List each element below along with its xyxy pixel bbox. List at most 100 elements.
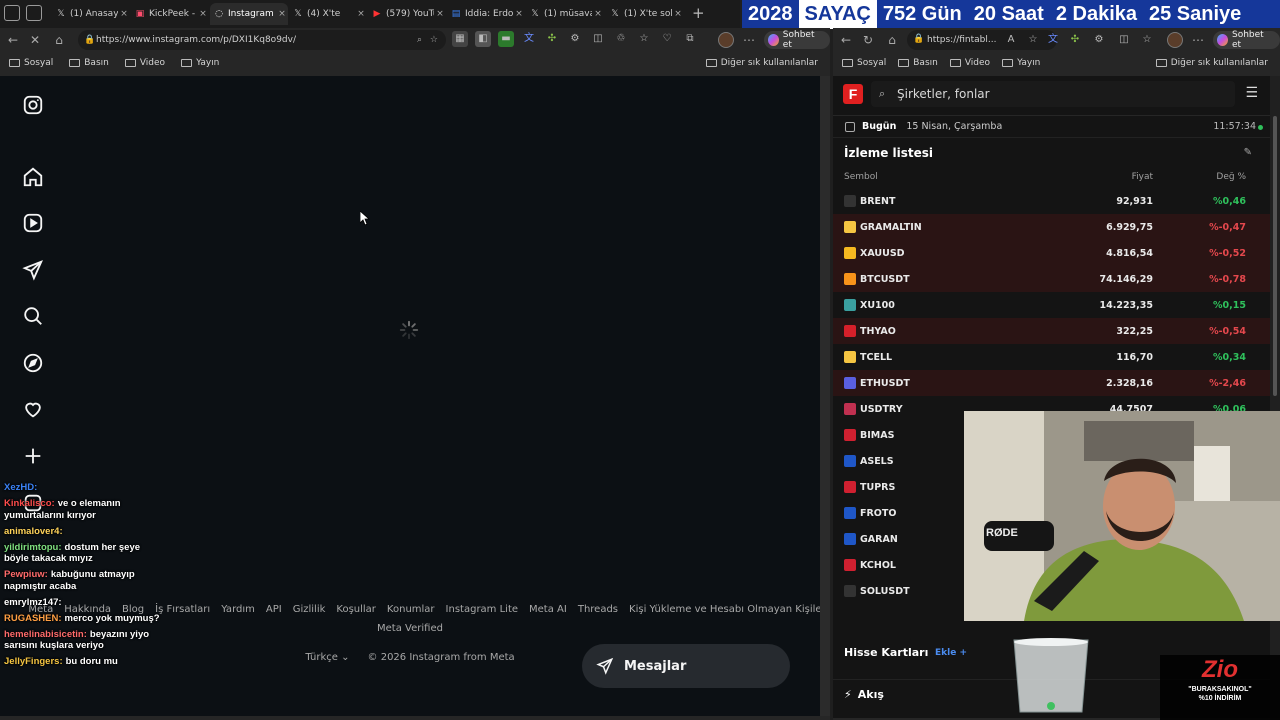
home-icon[interactable]: ⌂ xyxy=(883,31,901,49)
browser-tab[interactable]: 𝕏 (1) müsavat× xyxy=(526,3,604,25)
extension-icon[interactable]: ◧ xyxy=(475,31,491,47)
watchlist-row[interactable]: GRAMALTIN 6.929,75 %-0,47 xyxy=(833,214,1270,240)
footer-link[interactable]: Meta AI xyxy=(529,604,567,615)
browser-tab[interactable]: ▶ (579) YouTube× xyxy=(368,3,446,25)
url-field[interactable]: 🔒 https://www.instagram.com/p/DXI1Kq8o9d… xyxy=(78,30,446,50)
scrollbar-thumb[interactable] xyxy=(1273,116,1277,396)
bookmark-folder[interactable]: Video xyxy=(124,58,165,68)
browser-tab[interactable]: 𝕏 (4) X'te × xyxy=(289,3,367,25)
watchlist-row[interactable]: ETHUSDT 2.328,16 %-2,46 xyxy=(833,370,1270,396)
extension-icon[interactable]: ✣ xyxy=(1067,32,1083,48)
bookmark-folder[interactable]: Sosyal xyxy=(9,58,53,68)
close-tab-icon[interactable]: × xyxy=(672,9,684,19)
watchlist-row[interactable]: BRENT 92,931 %0,46 xyxy=(833,188,1270,214)
explore-compass-icon[interactable] xyxy=(22,352,44,374)
footer-link[interactable]: Konumlar xyxy=(387,604,435,615)
bookmark-folder[interactable]: Sosyal xyxy=(842,58,886,68)
notifications-heart-icon[interactable] xyxy=(22,398,44,420)
profile-avatar[interactable] xyxy=(718,32,734,48)
workspaces-icon[interactable] xyxy=(4,5,20,21)
browser-tab[interactable]: 𝕏 (1) Anasayfa× xyxy=(52,3,130,25)
reels-icon[interactable] xyxy=(22,212,44,234)
home-icon[interactable]: ⌂ xyxy=(50,31,68,49)
watchlist-row[interactable]: THYAO 322,25 %-0,54 xyxy=(833,318,1270,344)
browser-tab[interactable]: ▤ İddia: Erdoğ× xyxy=(447,3,525,25)
close-tab-icon[interactable]: × xyxy=(276,9,288,19)
split-screen-icon[interactable]: ◫ xyxy=(590,31,606,47)
split-screen-icon[interactable]: ◫ xyxy=(1116,32,1132,48)
tab-actions-icon[interactable] xyxy=(26,5,42,21)
page-scrollbar[interactable] xyxy=(820,76,830,716)
favorites-icon[interactable]: ☆ xyxy=(1139,32,1155,48)
reload-icon[interactable]: ↻ xyxy=(859,31,877,49)
collections-icon[interactable]: ♡ xyxy=(659,31,675,47)
extension-icon[interactable]: ✣ xyxy=(544,31,560,47)
column-change[interactable]: Değ % xyxy=(1216,172,1246,182)
hamburger-menu-icon[interactable]: ☰ xyxy=(1245,85,1258,101)
fintables-logo[interactable]: F xyxy=(843,84,863,104)
copilot-chat-button[interactable]: Sohbet et xyxy=(764,30,830,50)
favorite-star-icon[interactable]: ☆ xyxy=(1025,32,1041,48)
read-aloud-icon[interactable]: A xyxy=(1003,32,1019,48)
more-menu-icon[interactable]: ⋯ xyxy=(740,31,758,49)
bookmark-folder[interactable]: Basın xyxy=(898,58,938,68)
footer-link[interactable]: Threads xyxy=(578,604,618,615)
extension-icon[interactable]: ▬ xyxy=(498,31,514,47)
browser-tab[interactable]: ◌ Instagram × xyxy=(210,3,288,25)
footer-link[interactable]: Instagram Lite xyxy=(446,604,518,615)
footer-link[interactable]: Kişi Yükleme ve Hesabı Olmayan Kişiler xyxy=(629,604,826,615)
search-input[interactable]: ⌕ Şirketler, fonlar xyxy=(871,81,1235,107)
instagram-logo-icon[interactable] xyxy=(22,94,44,116)
column-price[interactable]: Fiyat xyxy=(1132,172,1153,182)
extension-icon[interactable]: ▦ xyxy=(452,31,468,47)
other-favorites-folder[interactable]: Diğer sık kullanılanlar xyxy=(1155,58,1268,68)
footer-link[interactable]: API xyxy=(266,604,282,615)
new-tab-button[interactable]: + xyxy=(692,4,705,22)
bookmark-folder[interactable]: Yayın xyxy=(1002,58,1040,68)
other-favorites-folder[interactable]: Diğer sık kullanılanlar xyxy=(705,58,818,68)
create-plus-icon[interactable] xyxy=(22,445,44,467)
screenshot-icon[interactable]: ⧉ xyxy=(682,31,698,47)
search-icon[interactable] xyxy=(22,305,44,327)
close-tab-icon[interactable]: × xyxy=(513,9,525,19)
close-tab-icon[interactable]: × xyxy=(592,9,604,19)
favorite-star-icon[interactable]: ☆ xyxy=(430,35,438,45)
back-icon[interactable]: ← xyxy=(837,31,855,49)
home-icon[interactable] xyxy=(22,166,44,188)
profile-avatar[interactable] xyxy=(1167,32,1183,48)
browser-tab[interactable]: 𝕏 (1) X'te sol × xyxy=(606,3,684,25)
copilot-chat-button[interactable]: Sohbet et xyxy=(1213,30,1280,50)
watchlist-row[interactable]: TCELL 116,70 %0,34 xyxy=(833,344,1270,370)
watchlist-row[interactable]: XU100 14.223,35 %0,15 xyxy=(833,292,1270,318)
footer-link[interactable]: Gizlilik xyxy=(293,604,326,615)
page-scrollbar[interactable] xyxy=(1270,76,1280,718)
stop-loading-icon[interactable]: ✕ xyxy=(26,31,44,49)
messages-button[interactable]: Mesajlar xyxy=(582,644,790,688)
close-tab-icon[interactable]: × xyxy=(118,9,130,19)
bookmark-folder[interactable]: Yayın xyxy=(181,58,219,68)
translate-icon[interactable]: 文 xyxy=(521,31,537,47)
zoom-icon[interactable]: ⌕ xyxy=(417,35,422,45)
bookmark-folder[interactable]: Video xyxy=(949,58,990,68)
footer-link[interactable]: Yardım xyxy=(221,604,255,615)
extensions-icon[interactable]: ⚙ xyxy=(567,31,583,47)
footer-link[interactable]: Koşullar xyxy=(336,604,376,615)
bookmark-folder[interactable]: Basın xyxy=(69,58,109,68)
back-icon[interactable]: ← xyxy=(4,31,22,49)
close-tab-icon[interactable]: × xyxy=(434,9,446,19)
edit-pencil-icon[interactable]: ✎ xyxy=(1244,147,1252,158)
translate-icon[interactable]: 文 xyxy=(1045,32,1061,48)
close-tab-icon[interactable]: × xyxy=(197,9,209,19)
direct-send-icon[interactable] xyxy=(22,259,44,281)
more-menu-icon[interactable]: ⋯ xyxy=(1189,31,1207,49)
add-card-button[interactable]: Ekle + xyxy=(935,648,967,658)
watchlist-row[interactable]: XAUUSD 4.816,54 %-0,52 xyxy=(833,240,1270,266)
browser-tab[interactable]: ▣ KickPeek - K× xyxy=(131,3,209,25)
language-select[interactable]: Türkçe ⌄ xyxy=(305,652,349,663)
extension-icon[interactable]: ♲ xyxy=(613,31,629,47)
favorites-icon[interactable]: ☆ xyxy=(636,31,652,47)
watchlist-row[interactable]: BTCUSDT 74.146,29 %-0,78 xyxy=(833,266,1270,292)
column-symbol[interactable]: Sembol xyxy=(844,172,878,182)
close-tab-icon[interactable]: × xyxy=(355,9,367,19)
extensions-icon[interactable]: ⚙ xyxy=(1091,32,1107,48)
